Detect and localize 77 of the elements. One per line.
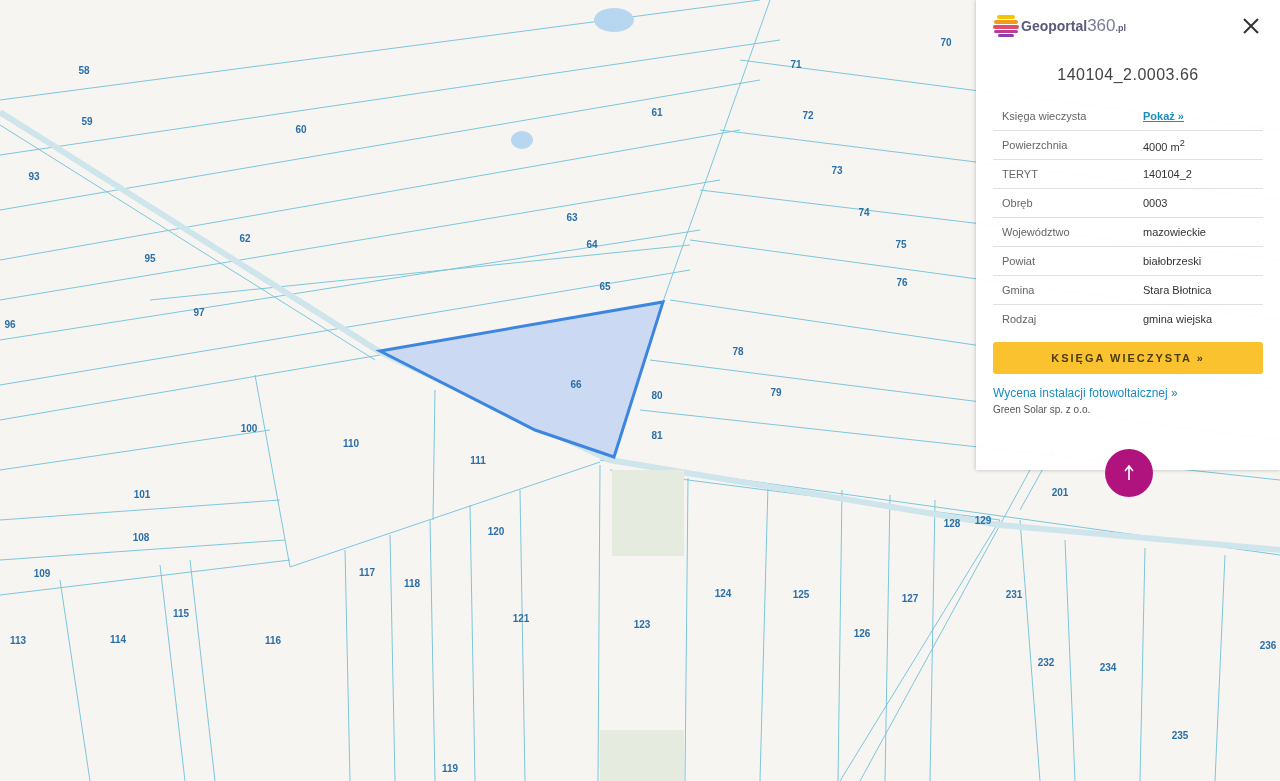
parcel-number: 81 [651,429,663,441]
parcel-number: 64 [586,238,598,250]
parcel-number: 108 [132,531,150,543]
attribute-label: Rodzaj [1002,313,1038,325]
arrow-up-icon [1124,465,1134,481]
parcel-number: 60 [295,123,307,135]
parcel-number: 59 [81,115,93,127]
parcel-number: 61 [651,106,663,118]
parcel-number: 113 [9,634,27,646]
attribute-value: 4000 m$^{2}$ [1143,137,1185,153]
parcel-number: 73 [831,164,843,176]
parcel-number: 126 [853,627,871,639]
globe-logo-icon [993,14,1019,38]
parcel-number: 231 [1005,588,1023,600]
attribute-value: gmina wiejska [1143,313,1213,325]
parcel-number: 114 [109,633,127,645]
parcel-number: 236 [1259,639,1277,651]
parcel-number: 117 [358,566,376,578]
company-name: Green Solar sp. z o.o. [993,404,1092,415]
parcel-number: 58 [78,64,90,76]
show-link[interactable]: Pokaż » [1143,110,1184,122]
parcel-number: 65 [599,280,611,292]
attribute-label: Powierzchnia [1002,139,1069,151]
parcel-number: 118 [403,577,421,589]
parcel-number: 115 [172,607,190,619]
parcel-number: 129 [974,514,992,526]
parcel-number: 72 [802,109,814,121]
parcel-number: 95 [144,252,156,264]
parcel-number: 109 [33,567,51,579]
parcel-number: 70 [940,36,952,48]
parcel-number: 201 [1051,486,1069,498]
attribute-label: Powiat [1002,255,1037,267]
logo-text: Geoportal360.pl [1021,16,1126,36]
scroll-up-button[interactable] [1105,449,1153,497]
attribute-value: białobrzeski [1143,255,1202,267]
parcel-number: 78 [732,345,744,357]
attribute-value: mazowieckie [1143,226,1206,238]
close-icon [1243,18,1259,34]
parcel-number: 97 [193,306,205,318]
parcel-number: 119 [441,762,459,774]
parcel-number: 63 [566,211,578,223]
attribute-label: Księga wieczysta [1002,110,1088,122]
promo-link[interactable]: Wycena instalacji fotowoltaicznej » [993,386,1263,400]
parcel-number: 235 [1171,729,1189,741]
parcel-number: 128 [943,517,961,529]
parcel-number: 125 [792,588,810,600]
attribute-label: TERYT [1002,168,1039,180]
parcel-number: 74 [858,206,870,218]
attribute-label: Województwo [1002,226,1071,238]
parcel-number: 110 [342,437,360,449]
parcel-number: 123 [633,618,651,630]
parcel-number: 96 [4,318,16,330]
parcel-number: 116 [264,634,282,646]
parcel-id-title: 140104_2.0003.66 [1056,66,1200,84]
attribute-label: Obręb [1002,197,1034,209]
parcel-number: 80 [651,389,663,401]
attribute-value: 140104_2 [1143,168,1192,180]
parcel-number: 93 [28,170,40,182]
parcel-number: 121 [512,612,530,624]
attribute-value: 0003 [1143,197,1168,209]
parcel-number: 100 [240,422,258,434]
parcel-number: 71 [790,58,802,70]
land-register-button[interactable]: KSIĘGA WIECZYSTA » [993,342,1263,374]
parcel-number: 75 [895,238,907,250]
parcel-number: 111 [470,454,486,466]
attribute-label: Gmina [1002,284,1036,296]
parcel-number: 66 [570,378,582,390]
parcel-number: 101 [133,488,151,500]
parcel-number: 127 [901,592,919,604]
parcel-number: 124 [714,587,732,599]
parcel-number: 79 [770,386,782,398]
parcel-number: 120 [487,525,505,537]
parcel-number: 76 [896,276,908,288]
parcel-number: 232 [1037,656,1055,668]
parcel-number: 234 [1099,661,1117,673]
attribute-value: Stara Błotnica [1143,284,1212,296]
parcel-number: 62 [239,232,251,244]
